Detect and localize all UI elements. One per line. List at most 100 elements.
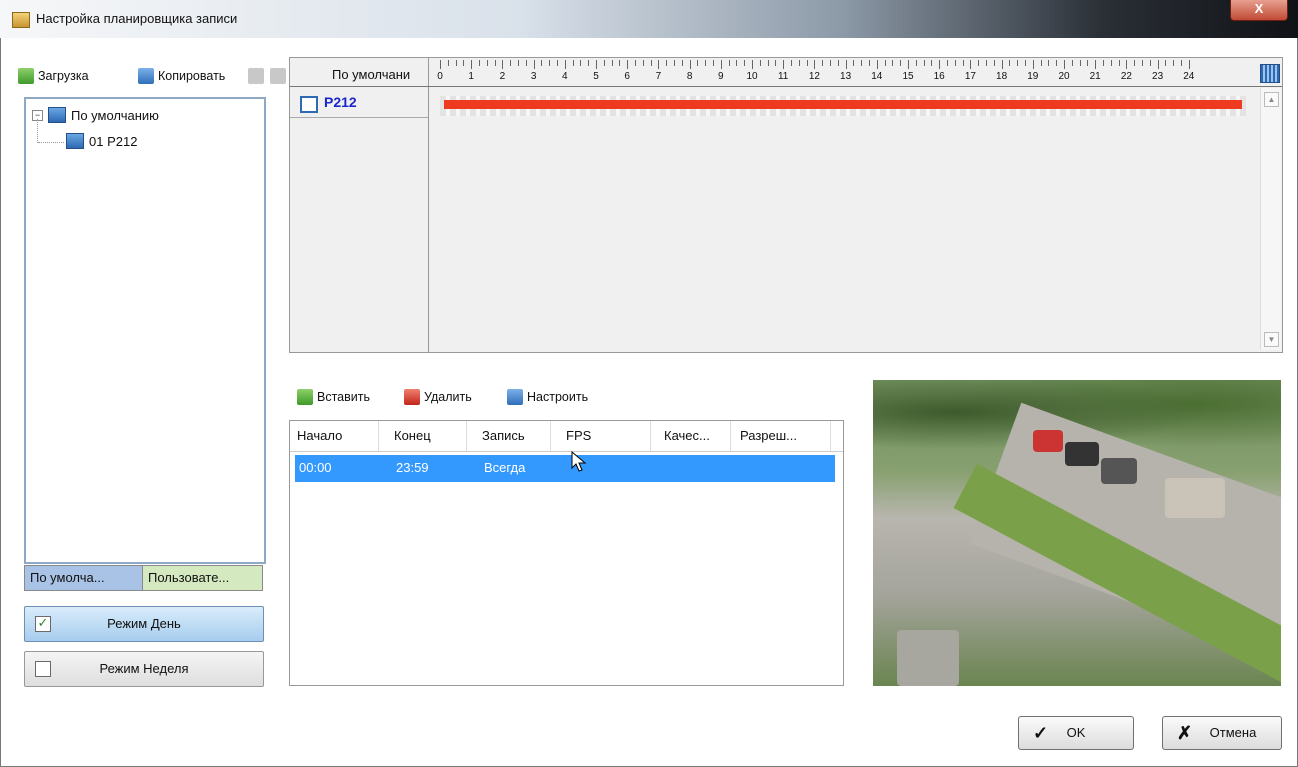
copy-button[interactable]: Копировать bbox=[138, 68, 225, 84]
hour-tick bbox=[915, 60, 917, 66]
hour-tick bbox=[463, 60, 465, 66]
hour-tick bbox=[1001, 60, 1003, 69]
hour-tick bbox=[837, 60, 839, 66]
scroll-down-icon[interactable]: ▼ bbox=[1264, 332, 1279, 347]
cancel-button[interactable]: ✗ Отмена bbox=[1162, 716, 1282, 750]
hour-tick bbox=[978, 60, 980, 66]
hour-tick bbox=[869, 60, 870, 66]
hour-tick bbox=[525, 60, 527, 66]
hour-tick bbox=[728, 60, 730, 66]
hour-tick bbox=[1142, 60, 1143, 66]
column-quality[interactable]: Качес... bbox=[664, 428, 710, 443]
camera-name: P212 bbox=[324, 94, 357, 110]
table-header: Начало Конец Запись FPS Качес... Разреш.… bbox=[290, 421, 843, 452]
hour-tick bbox=[736, 60, 738, 66]
cell-start: 00:00 bbox=[299, 460, 332, 475]
hour-tick bbox=[541, 60, 543, 66]
hour-tick bbox=[1071, 60, 1073, 66]
hour-label: 12 bbox=[808, 71, 820, 82]
hour-tick bbox=[549, 60, 551, 66]
column-fps[interactable]: FPS bbox=[566, 428, 591, 443]
hour-tick bbox=[666, 60, 668, 66]
column-start[interactable]: Начало bbox=[297, 428, 342, 443]
hour-ruler: 0 1 2 3 4 5 6 7 8 9 10 11 12 13 14 15 16 17 18 19 20 21 22 23 24 bbox=[428, 58, 1258, 86]
schedule-tree[interactable]: − По умолчанию 01 P212 bbox=[24, 97, 266, 564]
column-end[interactable]: Конец bbox=[394, 428, 431, 443]
column-record[interactable]: Запись bbox=[482, 428, 525, 443]
hour-tick bbox=[1165, 60, 1167, 66]
scroll-up-icon[interactable]: ▲ bbox=[1264, 92, 1279, 107]
ok-button[interactable]: ✓ OK bbox=[1018, 716, 1134, 750]
hour-tick bbox=[1173, 60, 1175, 66]
hour-tick bbox=[440, 60, 441, 69]
delete-button[interactable]: Удалить bbox=[404, 389, 472, 405]
cell-record: Всегда bbox=[484, 460, 526, 475]
column-separator bbox=[550, 421, 551, 451]
delete-disabled-icon[interactable] bbox=[270, 68, 286, 84]
hour-tick bbox=[752, 60, 753, 69]
hour-label: 13 bbox=[840, 71, 852, 82]
preview-car bbox=[1065, 442, 1099, 466]
schedule-table[interactable]: Начало Конец Запись FPS Качес... Разреш.… bbox=[289, 420, 844, 686]
camera-icon bbox=[300, 96, 318, 113]
hour-tick bbox=[861, 60, 863, 66]
hour-label: 19 bbox=[1027, 71, 1039, 82]
hour-tick bbox=[510, 60, 512, 66]
hour-tick bbox=[455, 60, 457, 66]
hour-tick bbox=[1040, 60, 1042, 66]
tab-default[interactable]: По умолча... bbox=[24, 565, 145, 591]
insert-button[interactable]: Вставить bbox=[297, 389, 370, 405]
day-mode-checkbox[interactable]: ✓ bbox=[35, 616, 51, 632]
hour-label: 14 bbox=[871, 71, 883, 82]
hour-tick bbox=[1103, 60, 1104, 66]
column-resolution[interactable]: Разреш... bbox=[740, 428, 797, 443]
hour-tick bbox=[744, 60, 746, 66]
hour-label: 6 bbox=[624, 71, 630, 82]
camera-row[interactable]: P212 bbox=[290, 88, 428, 118]
grid-view-icon[interactable] bbox=[1260, 64, 1280, 83]
hour-label: 9 bbox=[718, 71, 724, 82]
hour-tick bbox=[908, 60, 909, 69]
hour-tick bbox=[713, 60, 714, 66]
hour-label: 16 bbox=[933, 71, 945, 82]
hour-tick bbox=[830, 60, 831, 66]
hour-tick bbox=[658, 60, 660, 69]
hour-label: 15 bbox=[902, 71, 914, 82]
hour-tick bbox=[923, 60, 925, 66]
column-separator bbox=[466, 421, 467, 451]
hour-tick bbox=[791, 60, 792, 66]
week-mode-checkbox[interactable] bbox=[35, 661, 51, 677]
hour-label: 20 bbox=[1058, 71, 1070, 82]
week-mode-button[interactable]: Режим Неделя bbox=[24, 651, 264, 687]
hour-label: 0 bbox=[437, 71, 443, 82]
tree-item-default[interactable]: − По умолчанию bbox=[32, 107, 159, 123]
hour-label: 23 bbox=[1152, 71, 1164, 82]
record-bar[interactable] bbox=[444, 100, 1242, 109]
hour-label: 3 bbox=[530, 71, 537, 82]
hour-tick bbox=[1188, 60, 1190, 69]
header-divider bbox=[290, 86, 1282, 87]
hour-tick bbox=[986, 60, 987, 66]
hour-tick bbox=[993, 60, 995, 66]
load-label: Загрузка bbox=[38, 69, 89, 83]
window-title: Настройка планировщика записи bbox=[36, 11, 238, 26]
close-button[interactable]: X bbox=[1230, 0, 1288, 21]
hour-tick bbox=[635, 60, 636, 66]
configure-button[interactable]: Настроить bbox=[507, 389, 588, 405]
schedule-scrollbar[interactable]: ▲ ▼ bbox=[1260, 88, 1281, 350]
table-row[interactable]: 00:00 23:59 Всегда bbox=[295, 455, 835, 482]
tree-item-camera[interactable]: 01 P212 bbox=[66, 133, 137, 149]
hour-tick bbox=[603, 60, 605, 66]
day-mode-button[interactable]: ✓ Режим День bbox=[24, 606, 264, 642]
hour-tick bbox=[814, 60, 816, 69]
hour-tick bbox=[650, 60, 652, 66]
hour-tick bbox=[494, 60, 496, 66]
hour-tick bbox=[884, 60, 886, 66]
hour-tick bbox=[759, 60, 761, 66]
tree-connector bbox=[37, 119, 39, 143]
schedule-grid[interactable]: По умолчани 0 1 2 3 4 5 6 7 8 9 10 11 12 13 14 15 16 17 18… bbox=[289, 57, 1283, 353]
tab-user[interactable]: Пользовате... bbox=[142, 565, 263, 591]
load-button[interactable]: Загрузка bbox=[18, 68, 89, 84]
paste-disabled-icon[interactable] bbox=[248, 68, 264, 84]
hour-tick bbox=[1126, 60, 1128, 69]
